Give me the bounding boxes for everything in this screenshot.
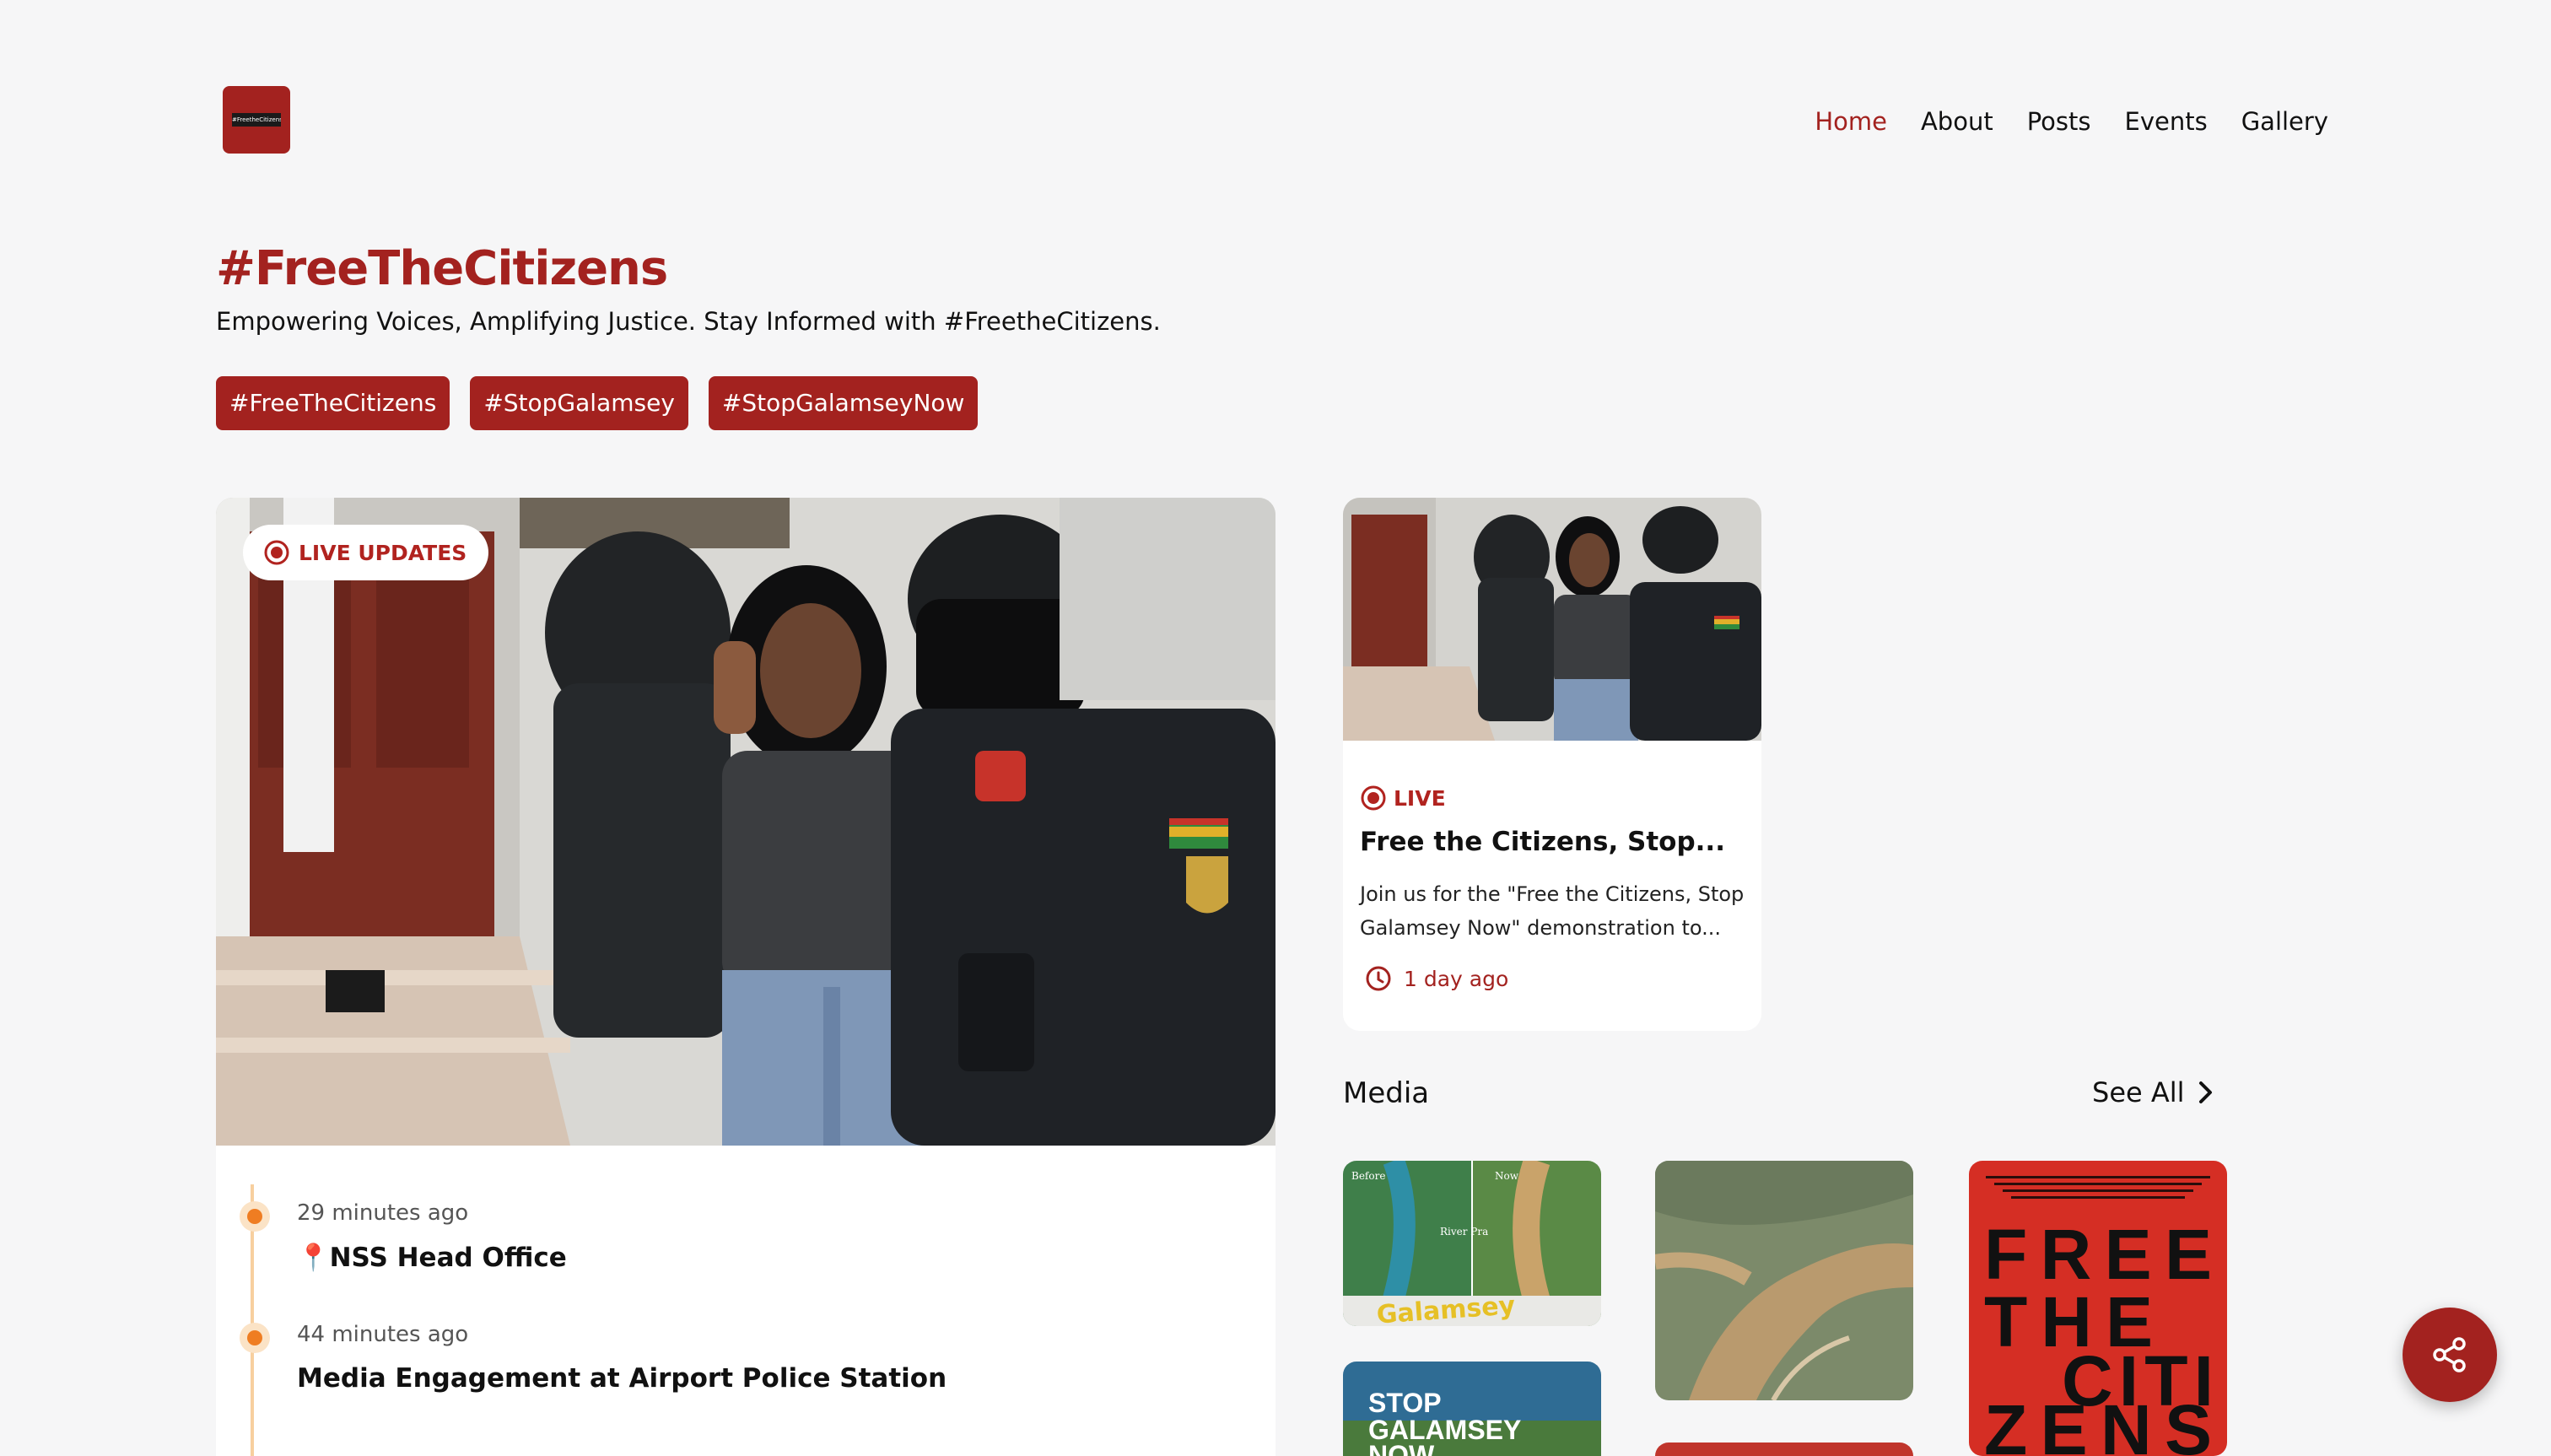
timeline-item[interactable]: 29 minutes ago 📍NSS Head Office (240, 1198, 567, 1273)
live-updates-badge: LIVE UPDATES (243, 525, 489, 580)
event-time-label: 1 day ago (1404, 966, 1509, 991)
chevron-right-icon (2198, 1081, 2212, 1103)
event-card[interactable]: LIVE Free the Citizens, Stop... Join us … (1343, 498, 1761, 1031)
thumb-before-label: Before (1351, 1170, 1385, 1182)
timeline-dot-icon (240, 1201, 270, 1232)
svg-text:NOW: NOW (1368, 1440, 1435, 1456)
hashtag-stopgalamseynow[interactable]: #StopGalamseyNow (708, 376, 979, 430)
event-card-photo (1343, 498, 1761, 741)
hashtag-stopgalamsey[interactable]: #StopGalamsey (470, 376, 688, 430)
record-icon (264, 540, 289, 565)
share-button[interactable] (2403, 1308, 2497, 1402)
live-badge: LIVE (1360, 785, 1446, 812)
page-title: #FreeTheCitizens (216, 241, 668, 296)
event-description: Join us for the "Free the Citizens, Stop… (1360, 882, 1745, 940)
event-title: Free the Citizens, Stop... (1360, 827, 1725, 857)
hero-photo[interactable] (216, 498, 1276, 1146)
share-icon (2433, 1337, 2466, 1372)
media-thumb[interactable]: STOP GALAMSEY NOW (1343, 1362, 1601, 1456)
live-label: LIVE (1394, 785, 1446, 811)
media-heading: Media (1343, 1076, 1430, 1110)
media-thumb[interactable]: Before Now River Pra Galamsey (1343, 1161, 1601, 1326)
media-thumb[interactable] (1655, 1443, 1913, 1456)
live-timeline: 29 minutes ago 📍NSS Head Office 44 minut… (216, 1146, 1276, 1456)
timeline-title: 📍NSS Head Office (297, 1243, 567, 1273)
timeline-dot-icon (240, 1323, 270, 1353)
live-updates-label: LIVE UPDATES (299, 540, 467, 565)
logo-text: #FreetheCitizens (232, 113, 281, 127)
svg-text:STOP: STOP (1368, 1388, 1442, 1418)
timeline-time: 29 minutes ago (297, 1200, 469, 1226)
nav-gallery[interactable]: Gallery (2241, 105, 2328, 138)
nav-events[interactable]: Events (2125, 105, 2208, 138)
hashtag-list: #FreeTheCitizens #StopGalamsey #StopGala… (216, 376, 979, 430)
thumb-river-label: River Pra (1440, 1226, 1488, 1238)
live-updates-panel: LIVE UPDATES 29 minutes ago 📍NSS Head Of… (216, 498, 1276, 1456)
timeline-item[interactable]: 44 minutes ago Media Engagement at Airpo… (240, 1319, 947, 1394)
see-all-link[interactable]: See All (2092, 1076, 2215, 1108)
event-time: 1 day ago (1365, 965, 1508, 992)
clock-icon (1366, 966, 1391, 991)
site-logo[interactable]: #FreetheCitizens (223, 86, 290, 154)
media-thumb[interactable] (1655, 1161, 1913, 1400)
nav-posts[interactable]: Posts (2027, 105, 2091, 138)
timeline-time: 44 minutes ago (297, 1322, 469, 1347)
page-tagline: Empowering Voices, Amplifying Justice. S… (216, 307, 1161, 336)
see-all-label: See All (2092, 1076, 2185, 1108)
nav-about[interactable]: About (1921, 105, 1993, 138)
record-icon (1361, 785, 1386, 811)
hashtag-freethecitizens[interactable]: #FreeTheCitizens (216, 376, 450, 430)
thumb-now-label: Now (1495, 1170, 1519, 1182)
main-nav: Home About Posts Events Gallery (1815, 105, 2328, 138)
media-thumb[interactable]: FREE THE CITI ZENS (1969, 1161, 2227, 1456)
timeline-title: Media Engagement at Airport Police Stati… (297, 1363, 947, 1394)
nav-home[interactable]: Home (1815, 105, 1887, 138)
